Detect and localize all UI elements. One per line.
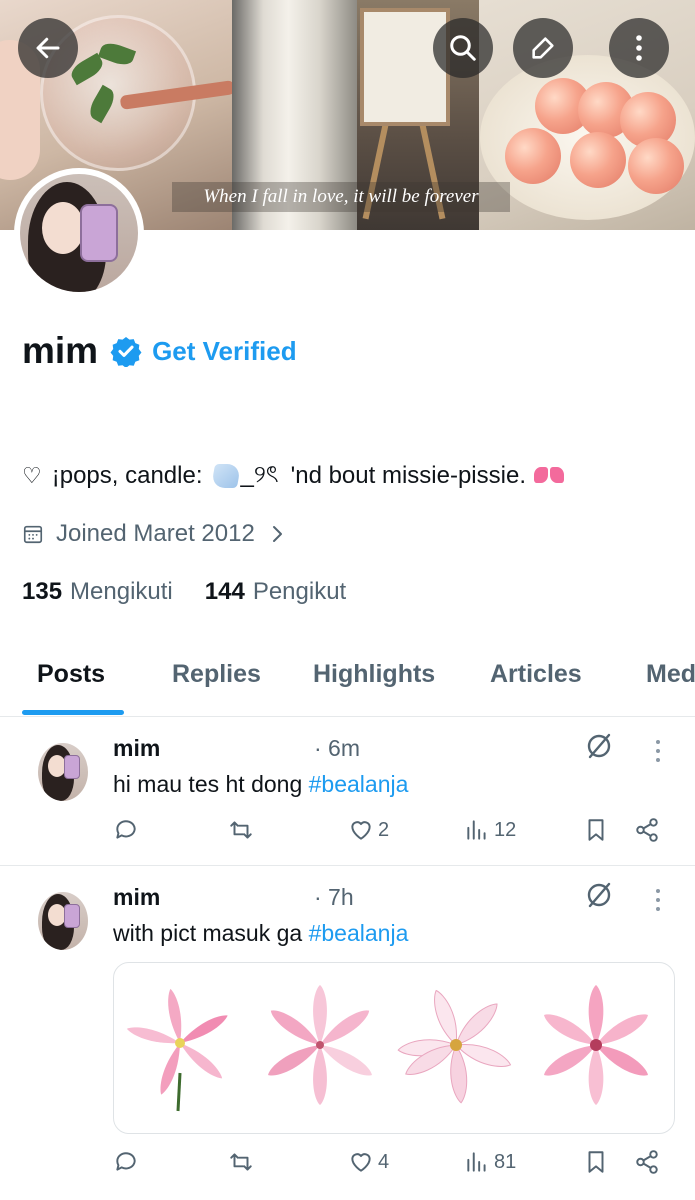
following-link[interactable]: 135 Mengikuti: [22, 578, 173, 606]
easel-canvas: [360, 8, 450, 126]
post-text: hi mau tes ht dong #bealanja: [113, 771, 408, 798]
tab-posts[interactable]: Posts: [37, 660, 105, 689]
share-icon: [636, 818, 658, 842]
ribbon-bow-icon: [534, 465, 564, 487]
bio-text-1: ¡pops, candle:: [51, 462, 203, 489]
calendar-icon: [23, 525, 43, 544]
share-icon: [636, 1150, 658, 1174]
more-vertical-icon[interactable]: [650, 886, 666, 916]
like-button[interactable]: 2: [348, 817, 389, 843]
bio-text-2: _୨ৎ: [240, 461, 279, 488]
post-actions: 2 12: [0, 817, 695, 851]
like-count: 2: [378, 818, 390, 841]
post-time[interactable]: · 6m: [314, 735, 360, 762]
followers-count: 144: [204, 578, 245, 605]
joined-date[interactable]: Joined Maret 2012: [22, 520, 285, 548]
post-avatar[interactable]: [38, 743, 88, 801]
bookmark-icon: [588, 1151, 604, 1173]
bookmark-icon: [588, 819, 604, 841]
arrow-left-icon: [36, 37, 60, 59]
avatar-photo: [20, 174, 138, 292]
edit-button[interactable]: [513, 18, 573, 78]
verified-badge-icon[interactable]: [110, 335, 142, 367]
followers-label: Pengikut: [252, 578, 347, 605]
hashtag-link[interactable]: #bealanja: [309, 920, 409, 946]
tab-replies[interactable]: Replies: [172, 660, 261, 689]
repost-icon: [230, 821, 252, 839]
hashtag-link[interactable]: #bealanja: [309, 771, 409, 797]
search-icon: [450, 35, 476, 61]
lily-flower-image: [126, 988, 228, 1112]
lily-flower-image: [397, 989, 512, 1104]
bookmark-button[interactable]: [583, 817, 609, 843]
joined-text: Joined Maret 2012: [56, 520, 255, 547]
grok-icon[interactable]: [584, 731, 614, 761]
reply-button[interactable]: [113, 817, 139, 843]
following-count: 135: [22, 578, 63, 605]
tab-articles[interactable]: Articles: [490, 660, 582, 689]
more-vertical-icon[interactable]: [650, 737, 666, 767]
like-button[interactable]: 4: [348, 1149, 389, 1175]
views-icon: [467, 820, 486, 840]
post-actions: 4 81: [0, 1149, 695, 1183]
post-author[interactable]: mim: [113, 735, 160, 762]
display-name: mim: [22, 330, 99, 371]
view-count: 81: [494, 1150, 517, 1173]
more-button[interactable]: [609, 18, 669, 78]
post-body: with pict masuk ga: [113, 920, 309, 946]
post[interactable]: mim · 6m hi mau tes ht dong #bealanja 2 …: [0, 717, 695, 866]
profile-tabs: Posts Replies Highlights Articles Med: [0, 640, 695, 717]
view-count: 12: [494, 818, 517, 841]
post-text: with pict masuk ga #bealanja: [113, 920, 408, 947]
views-button[interactable]: 81: [464, 1149, 516, 1175]
reply-icon: [116, 820, 136, 839]
views-icon: [467, 1152, 486, 1172]
search-button[interactable]: [433, 18, 493, 78]
post[interactable]: mim · 7h with pict masuk ga #bealanja 4 …: [0, 866, 695, 1200]
profile-avatar[interactable]: [14, 168, 144, 298]
post-body: hi mau tes ht dong: [113, 771, 309, 797]
tab-media[interactable]: Med: [646, 660, 695, 689]
back-button[interactable]: [18, 18, 78, 78]
reply-button[interactable]: [113, 1149, 139, 1175]
reply-icon: [116, 1152, 136, 1171]
active-tab-indicator: [22, 710, 124, 715]
following-label: Mengikuti: [70, 578, 173, 605]
grok-icon[interactable]: [584, 880, 614, 910]
post-time[interactable]: · 7h: [314, 884, 354, 911]
share-button[interactable]: [634, 817, 660, 843]
pencil-icon: [532, 37, 554, 59]
follow-stats: 135 Mengikuti 144 Pengikut: [22, 578, 346, 606]
profile-bio: ♡ ¡pops, candle: _୨ৎ 'nd bout missie-pis…: [22, 456, 564, 496]
bio-text-3: 'nd bout missie-pissie.: [290, 462, 526, 489]
heart-icon: [351, 1153, 371, 1172]
more-vertical-icon: [636, 35, 642, 61]
repost-icon: [230, 1153, 252, 1171]
lily-flower-image: [268, 985, 372, 1105]
lily-flower-image: [544, 985, 648, 1105]
heart-outline-icon: ♡: [22, 463, 42, 488]
share-button[interactable]: [634, 1149, 660, 1175]
banner-caption: When I fall in love, it will be forever: [172, 182, 510, 212]
like-count: 4: [378, 1150, 390, 1173]
repost-button[interactable]: [228, 817, 254, 843]
bookmark-button[interactable]: [583, 1149, 609, 1175]
followers-link[interactable]: 144 Pengikut: [205, 578, 346, 606]
chevron-right-icon: [272, 526, 282, 542]
profile-name-row: mim Get Verified: [22, 330, 297, 372]
heart-icon: [351, 821, 371, 840]
wing-emoji-icon: [210, 464, 241, 488]
get-verified-link[interactable]: Get Verified: [152, 336, 297, 367]
repost-button[interactable]: [228, 1149, 254, 1175]
post-author[interactable]: mim: [113, 884, 160, 911]
tab-highlights[interactable]: Highlights: [313, 660, 435, 689]
post-avatar[interactable]: [38, 892, 88, 950]
post-media-image[interactable]: [113, 962, 675, 1134]
views-button[interactable]: 12: [464, 817, 516, 843]
